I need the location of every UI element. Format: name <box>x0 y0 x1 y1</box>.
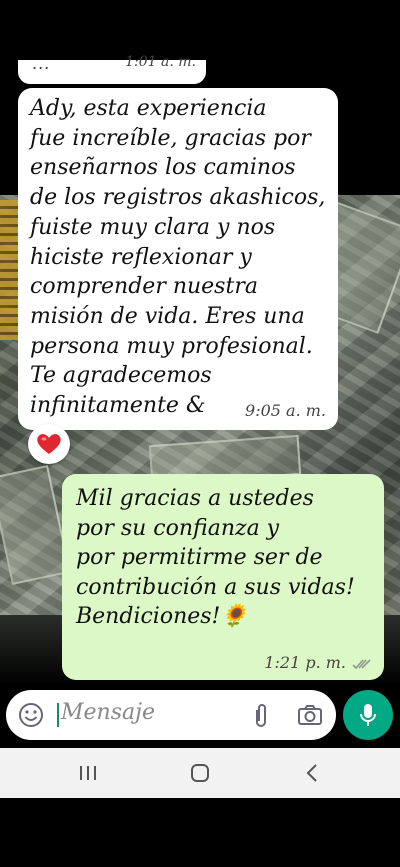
outgoing-message-bubble[interactable]: Mil gracias a ustedes por su confianza y… <box>62 474 384 680</box>
emoji-icon[interactable] <box>18 702 44 728</box>
incoming-message-time: 9:05 a. m. <box>245 401 326 420</box>
incoming-message-bubble[interactable]: Ady, esta experiencia fue increíble, gra… <box>18 88 338 430</box>
recents-button[interactable] <box>74 761 102 785</box>
double-check-icon <box>352 659 371 670</box>
back-icon <box>306 764 317 782</box>
outgoing-message-text: Mil gracias a ustedes por su confianza y… <box>76 486 355 629</box>
system-navigation-bar <box>0 748 400 798</box>
recents-icon <box>80 766 96 780</box>
back-button[interactable] <box>298 761 326 785</box>
previous-message-bubble[interactable]: ... 1:01 a. m. <box>18 54 206 84</box>
previous-message-time: 1:01 a. m. <box>125 54 196 70</box>
home-button[interactable] <box>186 761 214 785</box>
message-input[interactable]: Mensaje <box>61 700 155 725</box>
paperclip-icon[interactable] <box>252 703 270 729</box>
camera-icon[interactable] <box>297 703 323 727</box>
incoming-message-text: Ady, esta experiencia fue increíble, gra… <box>30 96 326 419</box>
message-composer[interactable]: Mensaje <box>6 690 336 740</box>
outgoing-message-time: 1:21 p. m. <box>264 653 346 672</box>
home-icon <box>191 764 209 782</box>
text-caret <box>57 703 59 727</box>
reaction-badge[interactable] <box>28 424 70 464</box>
microphone-button[interactable] <box>343 690 393 740</box>
previous-message-text: ... <box>32 54 51 73</box>
red-heart-icon <box>37 434 61 454</box>
microphone-icon <box>360 704 376 726</box>
